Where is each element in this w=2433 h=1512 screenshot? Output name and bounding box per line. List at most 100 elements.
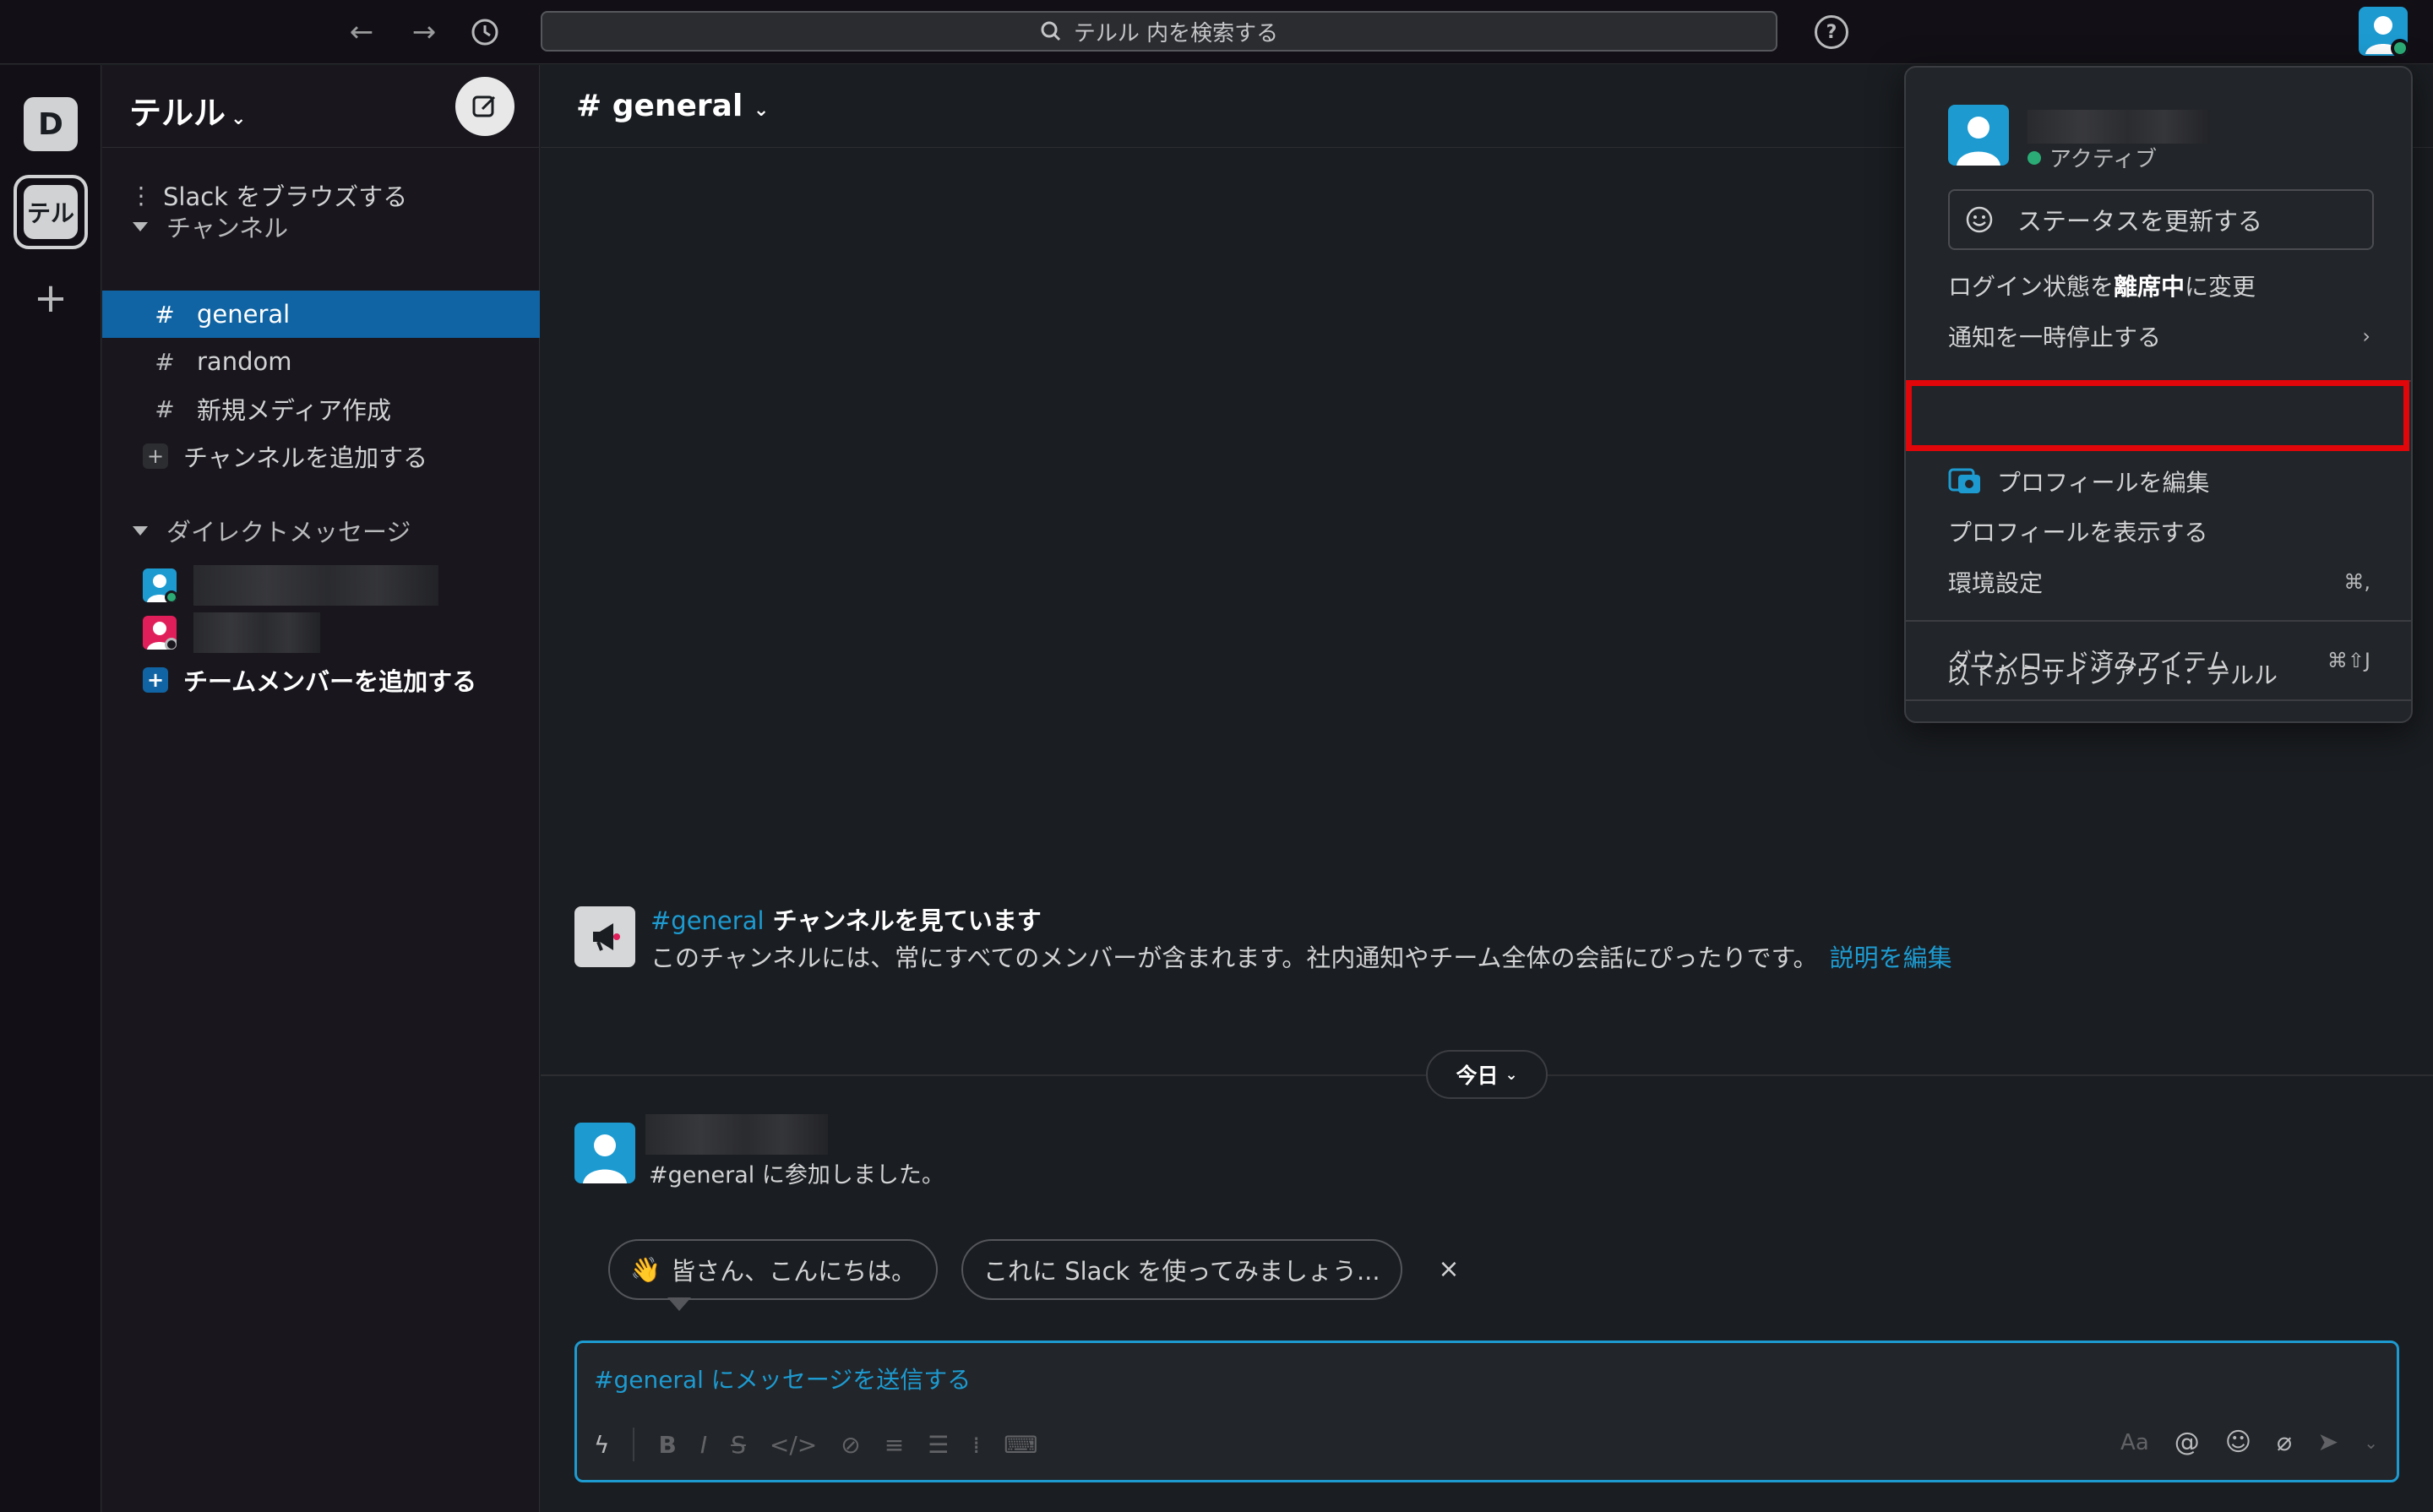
message-composer[interactable]: #general にメッセージを送信する ϟ B I S </> ⊘ ≡ ☰ ⁞… bbox=[574, 1341, 2399, 1482]
sidebar: テルル ⌄ ⋮ Slack をブラウズする チャンネル # general # r… bbox=[102, 65, 540, 1512]
workspace-header: テルル ⌄ bbox=[102, 65, 540, 148]
search-icon bbox=[1041, 21, 1060, 41]
view-profile-item[interactable]: プロフィールを表示する bbox=[1906, 508, 2411, 555]
redacted-name bbox=[2028, 110, 2210, 144]
channel-item-general[interactable]: # general bbox=[102, 291, 540, 338]
help-label: ? bbox=[1826, 21, 1837, 43]
edit-description-link[interactable]: 説明を編集 bbox=[1830, 944, 1952, 972]
channel-label: random bbox=[197, 347, 292, 376]
user-avatar-button[interactable] bbox=[2359, 7, 2408, 56]
search-input[interactable]: テルル 内を検索する bbox=[541, 11, 1777, 52]
active-status: アクティブ bbox=[2028, 142, 2157, 173]
chevron-down-icon[interactable]: ⌄ bbox=[2364, 1433, 2378, 1453]
bulleted-list-icon[interactable]: ☰ bbox=[928, 1431, 949, 1459]
workspace-name-button[interactable]: テルル ⌄ bbox=[129, 87, 246, 133]
hash-icon: # bbox=[155, 394, 175, 423]
set-away-suffix: に変更 bbox=[2185, 273, 2256, 301]
back-arrow-icon[interactable]: ← bbox=[343, 14, 380, 51]
mention-icon[interactable]: @ bbox=[2174, 1428, 2200, 1457]
add-workspace-icon[interactable]: + bbox=[30, 275, 71, 322]
code-icon[interactable]: </> bbox=[770, 1431, 817, 1459]
shortcuts-icon[interactable]: ϟ bbox=[594, 1431, 609, 1459]
workspace-d-button[interactable]: D bbox=[24, 97, 78, 151]
chip-label: 皆さん、こんにちは。 bbox=[671, 1257, 917, 1286]
avatar[interactable] bbox=[574, 1123, 635, 1183]
bold-icon[interactable]: B bbox=[658, 1431, 676, 1459]
set-away-bold: 離席中 bbox=[2114, 273, 2185, 301]
channel-link[interactable]: #general bbox=[650, 906, 765, 935]
suggestion-chip-hello[interactable]: 👋 皆さん、こんにちは。 bbox=[608, 1239, 939, 1300]
smiley-icon bbox=[1966, 206, 1993, 233]
link-icon[interactable]: ⊘ bbox=[841, 1431, 860, 1459]
preferences-label: 環境設定 bbox=[1948, 569, 2044, 597]
close-icon[interactable]: × bbox=[1428, 1248, 1470, 1290]
update-status-button[interactable]: ステータスを更新する bbox=[1948, 189, 2374, 250]
forward-arrow-icon[interactable]: → bbox=[406, 14, 443, 51]
set-away-item[interactable]: ログイン状態を 離席中 に変更 bbox=[1906, 262, 2411, 309]
highlight-box bbox=[1906, 380, 2409, 451]
send-icon[interactable]: ➤ bbox=[2317, 1428, 2338, 1457]
blockquote-icon[interactable]: ⁞ bbox=[972, 1431, 980, 1459]
dm-header-label: ダイレクトメッセージ bbox=[166, 518, 411, 547]
hash-icon: # bbox=[155, 300, 175, 329]
suggestion-chip-try-slack[interactable]: これに Slack を使ってみましょう... bbox=[961, 1239, 1402, 1300]
camera-icon bbox=[1948, 468, 1980, 493]
status-dot bbox=[165, 590, 177, 602]
more-vertical-icon: ⋮ bbox=[129, 181, 153, 209]
channel-title-button[interactable]: # general ⌄ bbox=[576, 89, 769, 123]
add-channel-label: チャンネルを追加する bbox=[183, 443, 428, 472]
add-channel-item[interactable]: + チャンネルを追加する bbox=[102, 432, 540, 480]
strikethrough-icon[interactable]: S bbox=[731, 1431, 746, 1459]
wave-icon: 👋 bbox=[630, 1254, 661, 1284]
code-block-icon[interactable]: ⌨ bbox=[1004, 1431, 1037, 1459]
caret-down-icon bbox=[133, 221, 148, 231]
active-status-label: アクティブ bbox=[2049, 147, 2158, 172]
avatar bbox=[1948, 105, 2009, 166]
preferences-item[interactable]: 環境設定 ⌘, bbox=[1906, 558, 2411, 606]
channel-title: # general bbox=[576, 89, 743, 123]
workspace-d-label: D bbox=[38, 106, 63, 142]
channels-section-header[interactable]: チャンネル bbox=[133, 209, 288, 244]
hash-icon: # bbox=[155, 347, 175, 376]
dm-section-header[interactable]: ダイレクトメッセージ bbox=[133, 513, 411, 548]
toolbar-separator bbox=[633, 1428, 635, 1461]
dm-item-1[interactable] bbox=[143, 565, 438, 606]
sign-out-item[interactable]: 以下からサインアウト：テルル bbox=[1904, 650, 2413, 698]
italic-icon[interactable]: I bbox=[700, 1431, 707, 1459]
channel-label: 新規メディア作成 bbox=[197, 396, 391, 425]
workspace-teru-tile: テル bbox=[24, 185, 78, 239]
redacted-name bbox=[193, 565, 438, 606]
dm-item-2[interactable] bbox=[143, 612, 320, 653]
add-member-item[interactable]: + チームメンバーを追加する bbox=[102, 656, 540, 704]
help-icon[interactable]: ? bbox=[1815, 15, 1848, 49]
channel-intro-title: #general チャンネルを見ています bbox=[650, 901, 1042, 937]
chip-tail bbox=[667, 1297, 691, 1311]
channel-item-new-media[interactable]: # 新規メディア作成 bbox=[102, 385, 540, 432]
chip-label: これに Slack を使ってみましょう... bbox=[983, 1257, 1380, 1286]
pause-notifications-item[interactable]: 通知を一時停止する › bbox=[1906, 313, 2411, 360]
menu-divider bbox=[1906, 699, 2411, 701]
intro-desc-text: このチャンネルには、常にすべてのメンバーが含まれます。社内通知やチーム全体の会話… bbox=[650, 944, 1818, 972]
ordered-list-icon[interactable]: ≡ bbox=[884, 1431, 904, 1459]
workspace-name: テルル bbox=[129, 95, 226, 132]
composer-actions: Aa @ ☺ ⌀ ➤ ⌄ bbox=[2120, 1428, 2378, 1457]
date-divider-label: 今日 bbox=[1456, 1063, 1499, 1088]
browse-slack-label: Slack をブラウズする bbox=[163, 182, 408, 211]
chevron-right-icon: › bbox=[2362, 324, 2370, 348]
history-icon[interactable] bbox=[466, 14, 503, 51]
attachment-icon[interactable]: ⌀ bbox=[2277, 1428, 2292, 1457]
compose-button[interactable] bbox=[455, 77, 514, 136]
edit-profile-item[interactable]: プロフィールを編集 bbox=[1906, 458, 2411, 505]
sign-out-label: 以下からサインアウト：テルル bbox=[1946, 661, 2278, 689]
workspace-rail: D テル + bbox=[0, 65, 101, 1512]
emoji-icon[interactable]: ☺ bbox=[2225, 1428, 2251, 1457]
workspace-teru-label: テル bbox=[26, 199, 74, 227]
date-divider-button[interactable]: 今日 ⌄ bbox=[1426, 1050, 1548, 1099]
workspace-teru-button[interactable]: テル bbox=[14, 175, 88, 249]
chevron-down-icon: ⌄ bbox=[231, 108, 247, 129]
format-toggle-icon[interactable]: Aa bbox=[2120, 1430, 2149, 1455]
channels-header-label: チャンネル bbox=[166, 214, 289, 242]
channel-item-random[interactable]: # random bbox=[102, 338, 540, 385]
channel-label: general bbox=[197, 300, 291, 329]
add-member-label: チームメンバーを追加する bbox=[183, 667, 477, 696]
